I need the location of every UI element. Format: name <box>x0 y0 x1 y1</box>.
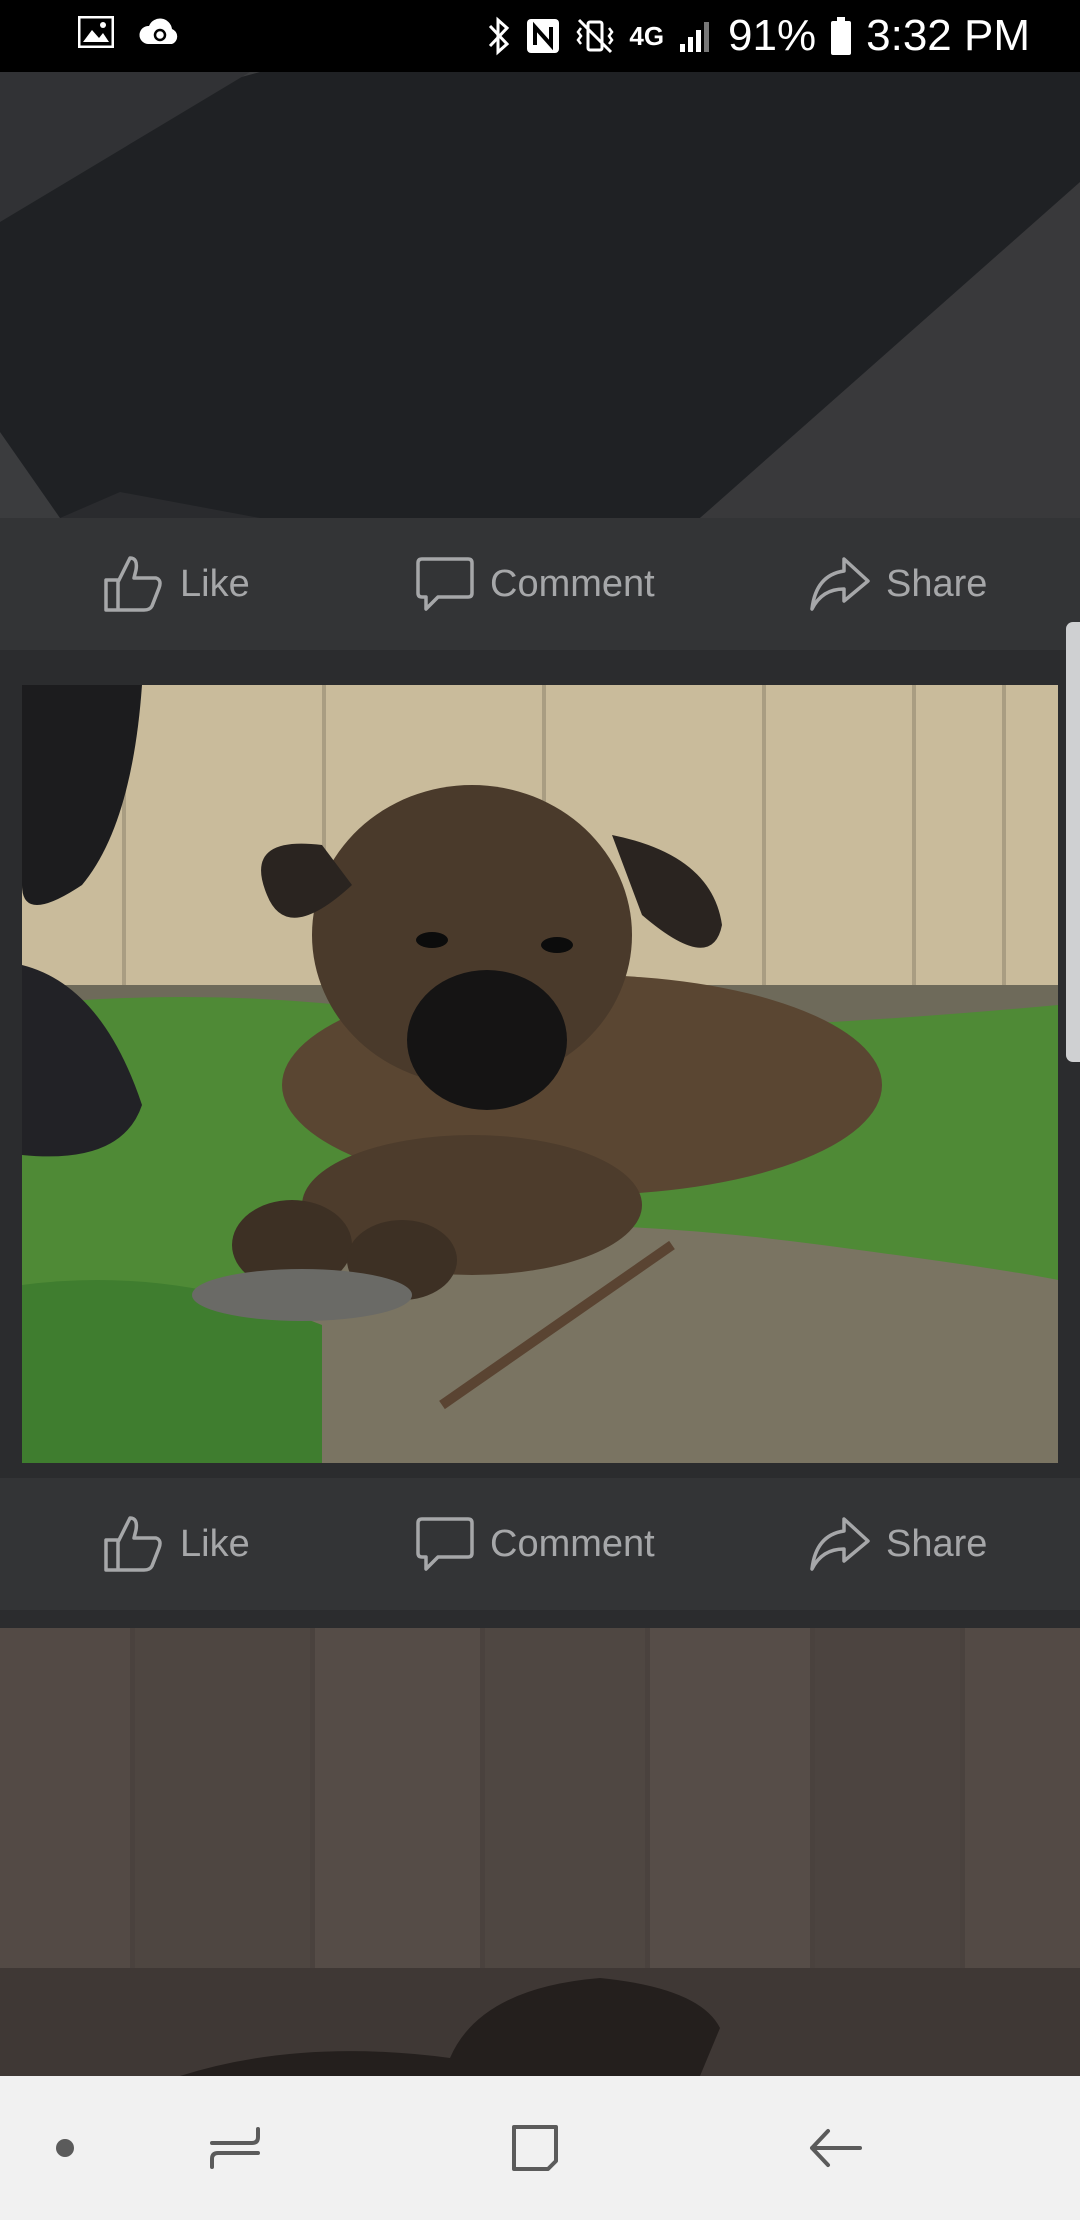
nfc-icon <box>525 17 561 55</box>
post-photo-3[interactable] <box>0 1628 1080 2076</box>
signal-icon <box>678 18 714 54</box>
post-card-2 <box>0 650 1080 1478</box>
like-button[interactable]: Like <box>102 1478 250 1610</box>
nav-dot-icon[interactable] <box>30 2076 100 2220</box>
photo-1-image <box>0 72 1080 518</box>
comment-bubble-icon <box>416 555 474 613</box>
share-arrow-icon <box>808 555 870 613</box>
home-icon[interactable] <box>480 2076 590 2220</box>
share-button[interactable]: Share <box>808 518 987 650</box>
cloud-sync-icon <box>138 16 182 53</box>
comment-label: Comment <box>490 562 655 605</box>
comment-button[interactable]: Comment <box>416 518 655 650</box>
gallery-icon <box>77 15 115 53</box>
battery-icon <box>830 16 852 56</box>
battery-percent: 91% <box>728 11 817 60</box>
comment-button[interactable]: Comment <box>416 1478 655 1610</box>
scrollbar-thumb[interactable] <box>1066 622 1080 1062</box>
recent-apps-icon[interactable] <box>180 2076 290 2220</box>
photo-2-image <box>22 685 1058 1463</box>
thumbs-up-icon <box>102 1514 164 1574</box>
comment-bubble-icon <box>416 1515 474 1573</box>
share-label: Share <box>886 562 988 605</box>
like-label: Like <box>180 562 250 605</box>
like-label: Like <box>180 1522 250 1565</box>
clock: 3:32 PM <box>866 11 1030 60</box>
status-bar: 4G 91% 3:32 PM <box>0 0 1080 72</box>
vibrate-mute-icon <box>575 16 615 56</box>
comment-label: Comment <box>490 1522 655 1565</box>
post-actions-2: Like Comment Share <box>0 1478 1080 1610</box>
like-button[interactable]: Like <box>102 518 250 650</box>
back-icon[interactable] <box>780 2076 890 2220</box>
post-photo-1[interactable] <box>0 72 1080 518</box>
network-4g-icon: 4G <box>629 21 665 51</box>
post-actions-1: Like Comment Share <box>0 518 1080 650</box>
navigation-bar <box>0 2076 1080 2220</box>
share-arrow-icon <box>808 1515 870 1573</box>
share-button[interactable]: Share <box>808 1478 987 1610</box>
thumbs-up-icon <box>102 554 164 614</box>
share-label: Share <box>886 1522 988 1565</box>
post-photo-2[interactable] <box>22 685 1058 1463</box>
photo-3-image <box>0 1628 1080 2076</box>
bluetooth-icon <box>487 16 511 56</box>
